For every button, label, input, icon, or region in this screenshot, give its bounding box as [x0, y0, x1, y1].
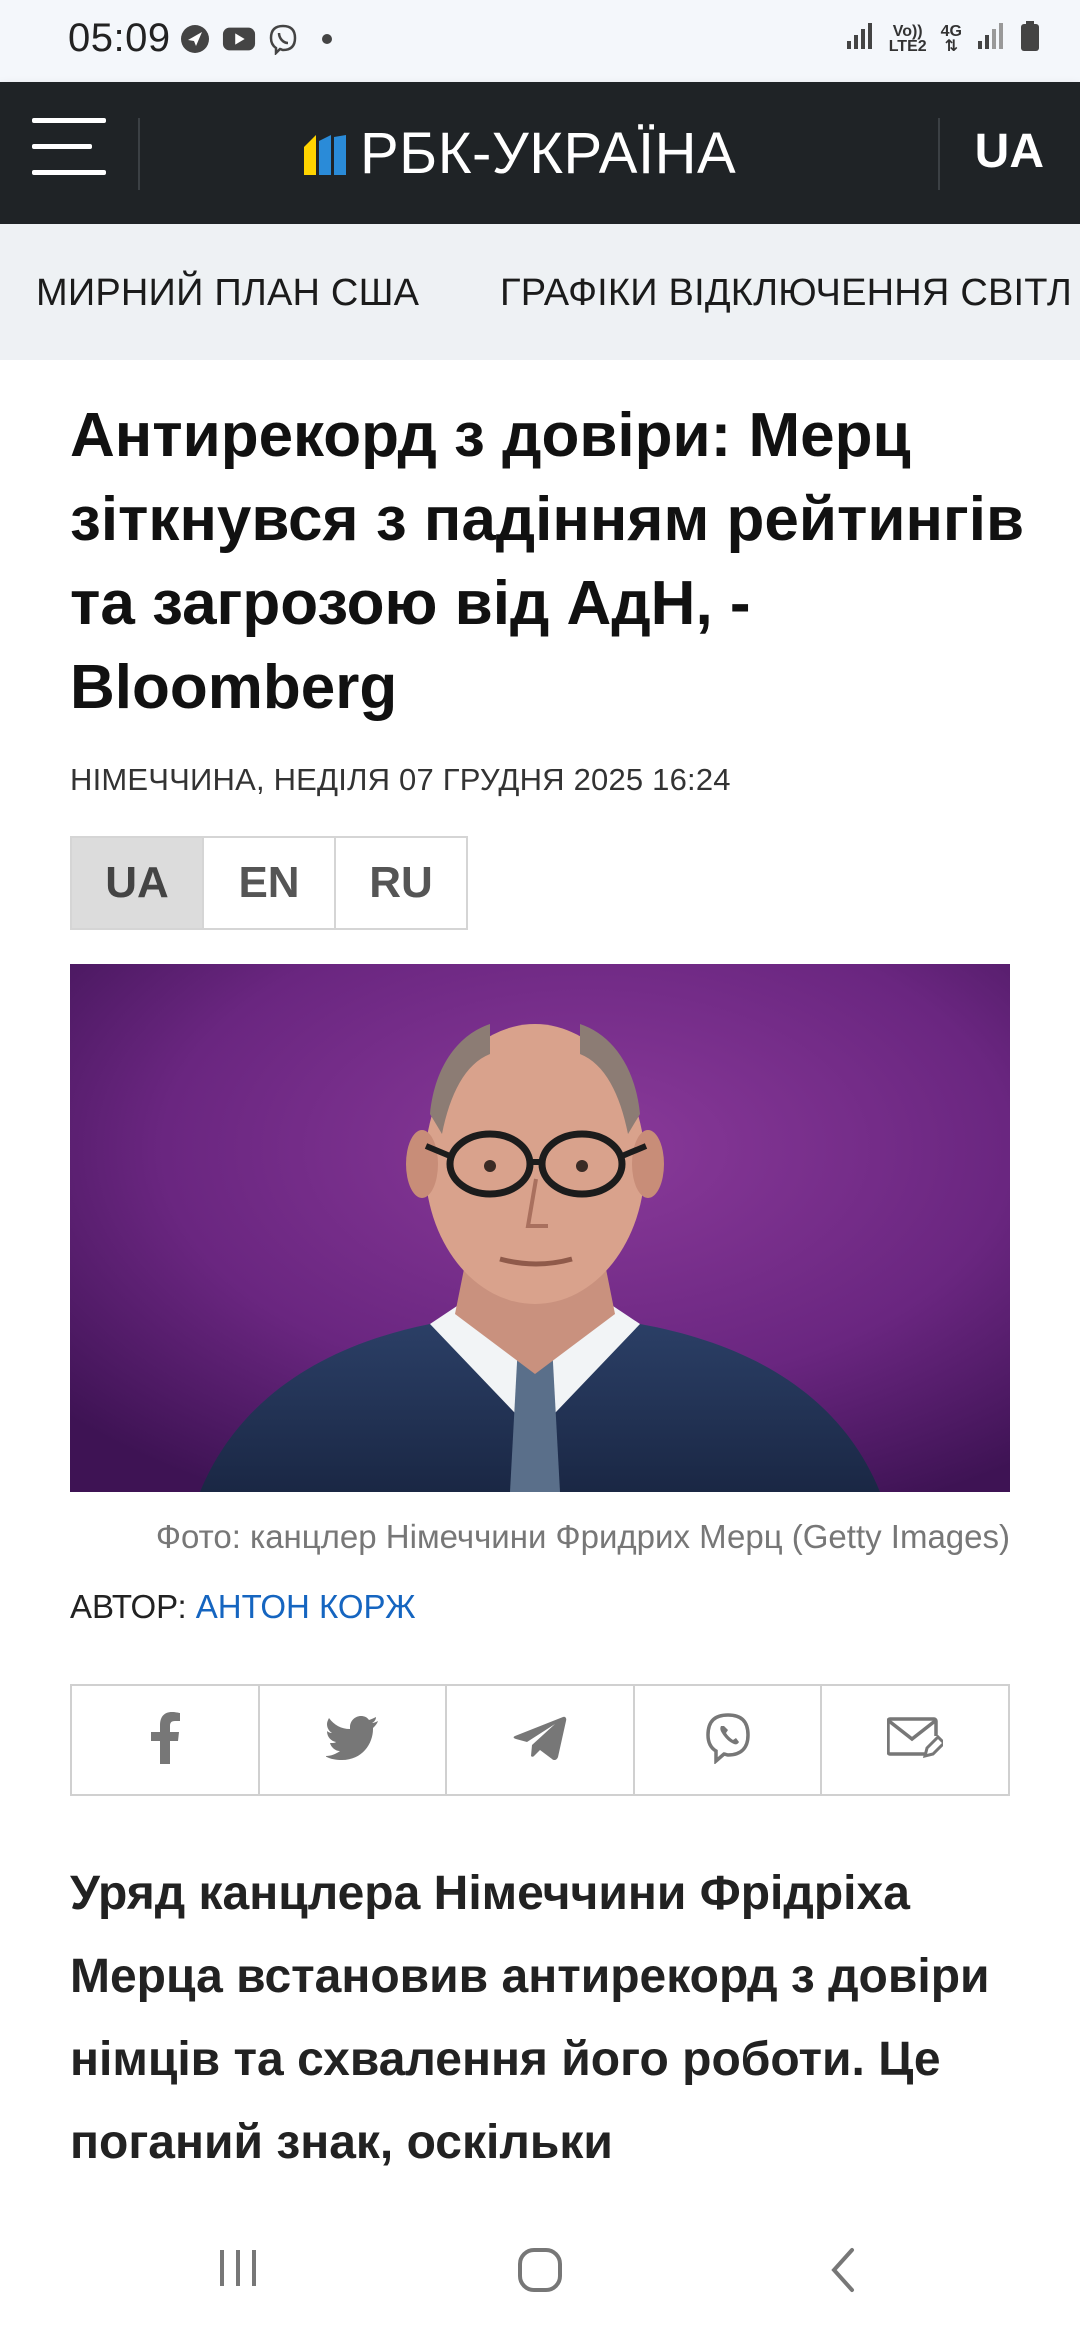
- facebook-icon: [150, 1711, 180, 1769]
- nav-item-power-schedules[interactable]: ГРАФІКИ ВІДКЛЮЧЕННЯ СВІТЛ: [500, 272, 1072, 315]
- volte-indicator: Vo)) LTE2: [888, 22, 927, 55]
- status-time: 05:09: [68, 16, 171, 60]
- viber-icon: [703, 1712, 753, 1769]
- article-title: Антирекорд з довіри: Мерц зіткнувся з па…: [70, 401, 1025, 722]
- site-logo[interactable]: РБК-УКРАЇНА: [304, 118, 736, 188]
- logo-mark-icon: [304, 131, 348, 175]
- share-viber-button[interactable]: [635, 1686, 823, 1794]
- lang-ua-button[interactable]: UA: [72, 838, 204, 928]
- header-divider: [138, 118, 140, 190]
- navigation-app-icon: [178, 22, 212, 56]
- menu-icon[interactable]: [32, 118, 106, 184]
- share-facebook-button[interactable]: [72, 1686, 260, 1794]
- article-photo: [70, 964, 1010, 1492]
- signal-icon: [845, 21, 875, 56]
- home-icon[interactable]: [516, 2246, 564, 2299]
- site-header: РБК-УКРАЇНА UA: [0, 82, 1080, 224]
- back-icon[interactable]: [828, 2246, 858, 2299]
- author-label: АВТОР:: [70, 1588, 187, 1625]
- more-notifications-dot-icon: [310, 22, 344, 56]
- photo-caption: Фото: канцлер Німеччини Фридрих Мерц (Ge…: [155, 1518, 1010, 1555]
- signal-2-icon: [976, 21, 1006, 56]
- share-twitter-button[interactable]: [260, 1686, 448, 1794]
- youtube-icon: [222, 22, 256, 56]
- header-divider-right: [938, 118, 940, 190]
- system-navigation-bar: [0, 2200, 1080, 2340]
- article-lead: Уряд канцлера Німеччини Фрідріха Мерца в…: [70, 1867, 990, 2169]
- telegram-icon: [513, 1715, 567, 1766]
- language-button[interactable]: UA: [975, 124, 1044, 179]
- share-email-button[interactable]: [822, 1686, 1008, 1794]
- share-bar: [70, 1684, 1010, 1796]
- lang-en-button[interactable]: EN: [204, 838, 336, 928]
- article-meta: НІМЕЧЧИНА, НЕДІЛЯ 07 ГРУДНЯ 2025 16:24: [70, 762, 731, 797]
- topic-nav: МИРНИЙ ПЛАН США ГРАФІКИ ВІДКЛЮЧЕННЯ СВІТ…: [0, 224, 1080, 360]
- share-telegram-button[interactable]: [447, 1686, 635, 1794]
- status-bar: 05:09 Vo)) LTE2 4G ⇅: [0, 0, 1080, 82]
- lang-ru-button[interactable]: RU: [336, 838, 466, 928]
- network-4g-indicator: 4G ⇅: [940, 22, 962, 55]
- email-icon: [886, 1716, 947, 1765]
- system-status-icons: Vo)) LTE2 4G ⇅: [845, 20, 1040, 57]
- nav-item-peace-plan[interactable]: МИРНИЙ ПЛАН США: [36, 272, 419, 315]
- site-name: РБК-УКРАЇНА: [360, 120, 737, 186]
- viber-status-icon: [266, 22, 300, 56]
- article-author: АВТОР: АНТОН КОРЖ: [70, 1588, 416, 1626]
- battery-icon: [1020, 20, 1040, 57]
- author-name-link[interactable]: АНТОН КОРЖ: [196, 1588, 416, 1625]
- article-language-switch: UA EN RU: [70, 836, 468, 930]
- recents-icon[interactable]: [216, 2246, 260, 2295]
- notification-icons: [178, 22, 344, 56]
- twitter-icon: [325, 1715, 379, 1765]
